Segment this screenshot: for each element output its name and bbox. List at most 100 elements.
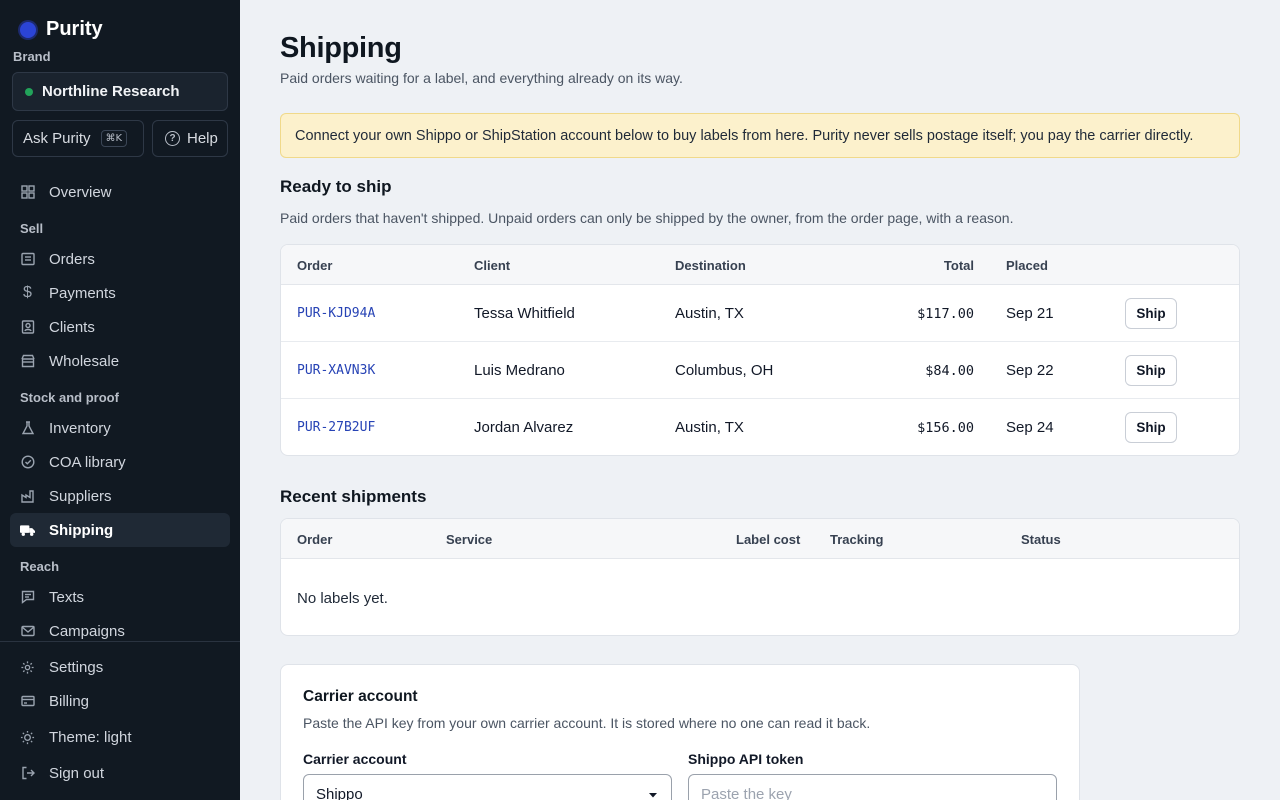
brand-label: Brand <box>13 49 51 64</box>
gear-icon <box>20 660 35 675</box>
carrier-notice: Connect your own Shippo or ShipStation a… <box>280 113 1240 158</box>
column-order: Order <box>297 258 333 273</box>
destination: Austin, TX <box>675 305 744 322</box>
sidebar-item-campaigns[interactable]: Campaigns <box>10 614 230 648</box>
sidebar-item-billing[interactable]: Billing <box>10 684 230 718</box>
sidebar-item-suppliers[interactable]: Suppliers <box>10 479 230 513</box>
sidebar-item-texts[interactable]: Texts <box>10 580 230 614</box>
help-icon: ? <box>165 131 180 146</box>
list-icon <box>20 252 35 267</box>
message-icon <box>20 590 35 605</box>
sidebar-item-clients[interactable]: Clients <box>10 310 230 344</box>
empty-state: No labels yet. <box>297 590 388 607</box>
column-order: Order <box>297 532 333 547</box>
order-total: $156.00 <box>917 420 974 436</box>
client-name: Luis Medrano <box>474 362 565 379</box>
ship-button[interactable]: Ship <box>1125 412 1177 443</box>
carrier-account-card: Carrier account Paste the API key from y… <box>280 664 1080 800</box>
column-tracking: Tracking <box>830 532 884 547</box>
sidebar-item-label: Inventory <box>49 419 111 437</box>
order-link[interactable]: PUR-XAVN3K <box>297 363 375 378</box>
app-logo[interactable]: Purity <box>20 18 103 41</box>
carrier-account-heading: Carrier account <box>303 688 418 705</box>
factory-icon <box>20 489 35 504</box>
sidebar-item-settings[interactable]: Settings <box>10 650 230 684</box>
grid-icon <box>20 185 35 200</box>
placed-date: Sep 24 <box>1006 419 1054 436</box>
brand-status-dot <box>25 87 33 96</box>
nav-section-sell: Sell <box>20 221 44 236</box>
mail-icon <box>20 624 35 639</box>
sidebar-item-wholesale[interactable]: Wholesale <box>10 344 230 378</box>
brand-name: Northline Research <box>42 83 180 100</box>
order-link[interactable]: PUR-KJD94A <box>297 306 375 321</box>
order-link[interactable]: PUR-27B2UF <box>297 420 375 435</box>
ship-button[interactable]: Ship <box>1125 298 1177 329</box>
ready-to-ship-description: Paid orders that haven't shipped. Unpaid… <box>280 210 1014 226</box>
column-destination: Destination <box>675 258 746 273</box>
ask-purity-button[interactable]: Ask Purity ⌘K <box>12 120 144 157</box>
contact-card-icon <box>20 320 35 335</box>
placed-date: Sep 22 <box>1006 362 1054 379</box>
app-name: Purity <box>46 18 103 40</box>
sidebar-item-label: Orders <box>49 250 95 268</box>
sidebar-item-orders[interactable]: Orders <box>10 242 230 276</box>
sidebar-item-label: Wholesale <box>49 352 120 370</box>
dollar-icon: $ <box>23 284 32 301</box>
table-row: PUR-KJD94A Tessa Whitfield Austin, TX $1… <box>281 285 1239 342</box>
column-placed: Placed <box>1006 258 1048 273</box>
sidebar-item-label: Clients <box>49 318 95 336</box>
ask-purity-label: Ask Purity <box>23 130 91 147</box>
sign-out-label: Sign out <box>49 764 105 782</box>
brand-switcher[interactable]: Northline Research <box>12 72 228 111</box>
carrier-account-description: Paste the API key from your own carrier … <box>303 715 871 731</box>
sidebar-item-overview[interactable]: Overview <box>10 175 230 209</box>
shippo-token-placeholder: Paste the key <box>701 786 792 800</box>
carrier-account-select[interactable]: Shippo <box>303 774 672 800</box>
page-subtitle: Paid orders waiting for a label, and eve… <box>280 70 683 86</box>
sidebar-item-label: Campaigns <box>49 622 125 640</box>
destination: Columbus, OH <box>675 362 774 379</box>
nav-section-stock: Stock and proof <box>20 390 119 405</box>
placed-date: Sep 21 <box>1006 305 1054 322</box>
table-header: Order Service Label cost Tracking Status <box>281 519 1239 559</box>
sidebar-item-coa-library[interactable]: COA library <box>10 445 230 479</box>
shippo-token-label: Shippo API token <box>688 751 804 767</box>
sidebar: Purity Brand Northline Research Ask Puri… <box>0 0 240 800</box>
theme-toggle[interactable]: Theme: light <box>10 720 230 754</box>
help-label: Help <box>187 130 218 147</box>
sidebar-item-label: Settings <box>49 658 104 676</box>
truck-icon <box>20 523 35 538</box>
sidebar-item-label: Texts <box>49 588 85 606</box>
nav-section-reach: Reach <box>20 559 60 574</box>
chevron-down-icon <box>649 793 657 798</box>
sign-out-button[interactable]: Sign out <box>10 756 230 790</box>
shippo-token-input[interactable]: Paste the key <box>688 774 1057 800</box>
sidebar-item-payments[interactable]: $ Payments <box>10 276 230 310</box>
logo-mark-icon <box>20 21 36 38</box>
sun-icon <box>20 730 35 745</box>
sidebar-item-label: Billing <box>49 692 90 710</box>
ship-button[interactable]: Ship <box>1125 355 1177 386</box>
sign-out-icon <box>20 766 35 781</box>
sidebar-item-inventory[interactable]: Inventory <box>10 411 230 445</box>
sidebar-item-label: COA library <box>49 453 126 471</box>
help-button[interactable]: ? Help <box>152 120 228 157</box>
client-name: Jordan Alvarez <box>474 419 574 436</box>
destination: Austin, TX <box>675 419 744 436</box>
carrier-account-value: Shippo <box>316 786 363 800</box>
column-service: Service <box>446 532 493 547</box>
notice-text: Connect your own Shippo or ShipStation a… <box>295 127 1194 144</box>
sidebar-item-shipping[interactable]: Shipping <box>10 513 230 547</box>
ready-to-ship-heading: Ready to ship <box>280 177 392 196</box>
sidebar-item-label: Shipping <box>49 521 114 539</box>
order-total: $117.00 <box>917 306 974 322</box>
table-header: Order Client Destination Total Placed <box>281 245 1239 285</box>
column-status: Status <box>1021 532 1061 547</box>
carrier-account-label: Carrier account <box>303 751 407 767</box>
sidebar-item-label: Suppliers <box>49 487 112 505</box>
ask-shortcut-badge: ⌘K <box>100 130 128 147</box>
ready-to-ship-table: Order Client Destination Total Placed PU… <box>280 244 1240 456</box>
column-client: Client <box>474 258 511 273</box>
badge-check-icon <box>20 455 35 470</box>
